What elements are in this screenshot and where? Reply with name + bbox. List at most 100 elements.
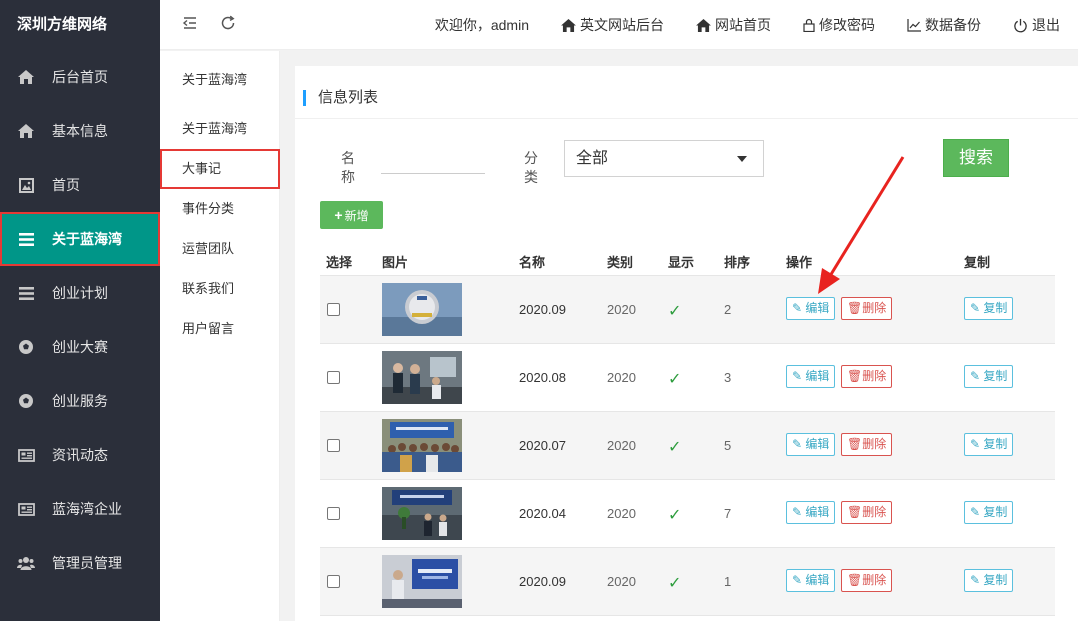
sub-menu-header: 关于蓝海湾 [182, 72, 248, 87]
add-button-label: 新增 [344, 209, 369, 223]
copy-button[interactable]: ✎ 复制 [964, 501, 1014, 524]
pencil-icon: ✎ [792, 573, 803, 587]
row-name: 2020.07 [519, 438, 566, 453]
edit-label: 编辑 [805, 369, 830, 383]
home-icon [17, 123, 35, 139]
trash-icon: 🗑 [847, 301, 863, 315]
delete-button[interactable]: 🗑删除 [841, 365, 893, 388]
edit-square-icon: ✎ [970, 369, 981, 383]
row-checkbox[interactable] [327, 303, 340, 316]
delete-label: 删除 [862, 369, 887, 383]
check-icon: ✓ [668, 507, 682, 524]
row-category: 2020 [607, 438, 636, 453]
row-checkbox[interactable] [327, 371, 340, 384]
sidebar-item-label: 首页 [52, 177, 80, 193]
data-backup-label: 数据备份 [925, 17, 981, 33]
header-actions: 操作 [786, 255, 813, 270]
title-divider [295, 118, 1078, 119]
edit-label: 编辑 [805, 573, 830, 587]
row-thumbnail [382, 555, 462, 608]
soccer-ball-icon [17, 339, 35, 355]
header-name: 名称 [519, 255, 546, 270]
row-checkbox[interactable] [327, 439, 340, 452]
collapse-menu-icon[interactable] [182, 15, 198, 34]
sub-menu-item-team[interactable]: 运营团队 [160, 230, 280, 268]
edit-button[interactable]: ✎ 编辑 [786, 569, 836, 592]
pencil-icon: ✎ [792, 505, 803, 519]
delete-button[interactable]: 🗑删除 [841, 501, 893, 524]
sidebar-item-startup-contest[interactable]: 创业大赛 [0, 320, 160, 374]
sub-menu-item-event-category[interactable]: 事件分类 [160, 190, 280, 228]
edit-square-icon: ✎ [970, 437, 981, 451]
row-thumbnail [382, 351, 462, 404]
pencil-icon: ✎ [792, 301, 803, 315]
sidebar-item-label: 基本信息 [52, 123, 108, 139]
sidebar-item-label: 创业计划 [52, 285, 108, 301]
delete-label: 删除 [862, 505, 887, 519]
trash-icon: 🗑 [847, 369, 863, 383]
edit-square-icon: ✎ [970, 301, 981, 315]
delete-button[interactable]: 🗑删除 [841, 569, 893, 592]
row-checkbox[interactable] [327, 507, 340, 520]
caret-down-icon [737, 156, 747, 162]
welcome-text: 欢迎你，admin [434, 17, 529, 33]
top-bar: 欢迎你，admin 英文网站后台 网站首页 修改密码 数据备份 退出 [160, 0, 1078, 50]
sidebar-item-label: 创业服务 [52, 393, 108, 409]
sidebar-item-enterprises[interactable]: 蓝海湾企业 [0, 482, 160, 536]
copy-label: 复制 [983, 437, 1008, 451]
home-icon [696, 18, 711, 32]
sub-menu-item-contact[interactable]: 联系我们 [160, 270, 280, 308]
category-select-value: 全部 [576, 150, 609, 167]
sidebar-item-basic-info[interactable]: 基本信息 [0, 104, 160, 158]
edit-button[interactable]: ✎ 编辑 [786, 297, 836, 320]
sidebar-item-startup-plan[interactable]: 创业计划 [0, 266, 160, 320]
row-checkbox[interactable] [327, 575, 340, 588]
pencil-icon: ✎ [792, 437, 803, 451]
sidebar-item-about[interactable]: 关于蓝海湾 [0, 212, 160, 266]
sub-menu-item-milestones[interactable]: 大事记 [160, 149, 280, 189]
copy-button[interactable]: ✎ 复制 [964, 365, 1014, 388]
check-icon: ✓ [668, 303, 682, 320]
sidebar-item-startup-service[interactable]: 创业服务 [0, 374, 160, 428]
category-select[interactable]: 全部 [564, 140, 764, 177]
copy-button[interactable]: ✎ 复制 [964, 297, 1014, 320]
edit-button[interactable]: ✎ 编辑 [786, 433, 836, 456]
english-backend-link[interactable]: 英文网站后台 [561, 15, 664, 35]
image-icon [17, 177, 35, 193]
english-backend-label: 英文网站后台 [580, 17, 664, 33]
sidebar-item-label: 资讯动态 [52, 447, 108, 463]
copy-button[interactable]: ✎ 复制 [964, 569, 1014, 592]
change-password-link[interactable]: 修改密码 [803, 15, 875, 35]
row-name: 2020.08 [519, 370, 566, 385]
sub-menu-item-messages[interactable]: 用户留言 [160, 310, 280, 348]
sidebar-item-admin-management[interactable]: 管理员管理 [0, 536, 160, 590]
add-button[interactable]: + 新增 [320, 201, 383, 229]
edit-button[interactable]: ✎ 编辑 [786, 501, 836, 524]
edit-label: 编辑 [805, 505, 830, 519]
sidebar-item-label: 关于蓝海湾 [52, 231, 122, 247]
sidebar-item-homepage[interactable]: 首页 [0, 158, 160, 212]
search-button[interactable]: 搜索 [943, 139, 1009, 177]
sub-menu-item-about[interactable]: 关于蓝海湾 [160, 110, 280, 148]
row-category: 2020 [607, 302, 636, 317]
logout-link[interactable]: 退出 [1013, 15, 1060, 35]
delete-label: 删除 [862, 301, 887, 315]
sidebar-item-label: 创业大赛 [52, 339, 108, 355]
line-chart-icon [907, 18, 921, 32]
copy-button[interactable]: ✎ 复制 [964, 433, 1014, 456]
data-backup-link[interactable]: 数据备份 [907, 15, 981, 35]
info-table: 选择 图片 名称 类别 显示 排序 操作 复制 2020.09 2020 ✓ 2… [320, 244, 1055, 616]
refresh-icon[interactable] [220, 15, 236, 34]
newspaper-icon [17, 447, 35, 463]
name-label-char-1: 名 [341, 150, 355, 166]
table-row: 2020.04 2020 ✓ 7 ✎ 编辑 🗑删除 ✎ 复制 [320, 480, 1055, 548]
check-icon: ✓ [668, 439, 682, 456]
delete-button[interactable]: 🗑删除 [841, 433, 893, 456]
edit-button[interactable]: ✎ 编辑 [786, 365, 836, 388]
sidebar-item-admin-home[interactable]: 后台首页 [0, 50, 160, 104]
sidebar-item-news[interactable]: 资讯动态 [0, 428, 160, 482]
site-home-link[interactable]: 网站首页 [696, 15, 771, 35]
name-search-input[interactable] [381, 160, 485, 174]
header-category: 类别 [607, 255, 634, 270]
delete-button[interactable]: 🗑删除 [841, 297, 893, 320]
